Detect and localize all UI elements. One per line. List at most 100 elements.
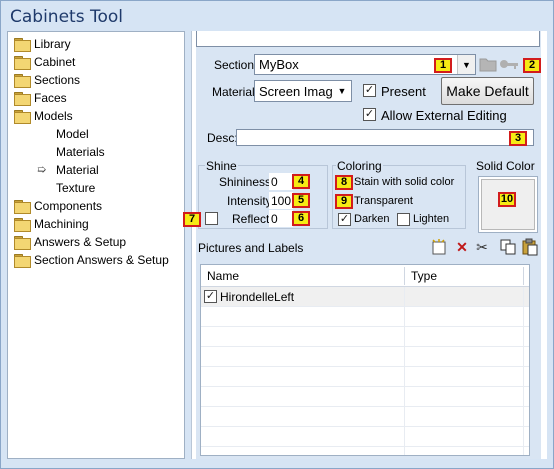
callout-badge-8: 8 [335,175,353,190]
tree-item-section-answers-setup[interactable]: Section Answers & Setup [14,251,169,269]
desc-label: Desc: [207,131,238,145]
row-checkbox[interactable]: ✓ [204,290,217,303]
column-separator[interactable] [404,267,405,285]
tree-item-sections[interactable]: Sections [14,71,80,89]
folder-icon [14,254,31,268]
tree-item-label: Models [34,109,73,123]
tree-item-cabinet[interactable]: Cabinet [14,53,75,71]
folder-icon [14,110,31,124]
tree-item-label: Model [56,127,89,141]
chevron-down-icon[interactable]: ▼ [333,81,351,101]
tree-item-label: Answers & Setup [34,235,127,249]
tree-item-machining[interactable]: Machining [14,215,89,233]
darken-label: Darken [354,213,390,225]
pictures-title: Pictures and Labels [198,241,304,255]
window-title: Cabinets Tool [10,7,123,27]
table-row [201,327,529,347]
table-row [201,367,529,387]
section-value: MyBox [259,57,299,72]
coloring-title: Coloring [336,159,383,173]
solid-color-title: Solid Color [475,159,536,173]
table-row [201,427,529,447]
folder-icon [14,236,31,250]
folder-icon [14,218,31,232]
callout-badge-3: 3 [509,131,527,146]
key-icon[interactable] [499,58,519,70]
folder-icon [14,74,31,88]
callout-badge-6: 6 [292,211,310,226]
shininess-input[interactable]: 0 [269,173,293,190]
table-row[interactable]: ✓ HirondelleLeft [201,287,529,307]
tree-item-models[interactable]: Models [14,107,73,125]
delete-icon[interactable]: ✕ [453,238,471,256]
material-value: Screen Imag [259,83,333,99]
material-label: Material [212,85,255,99]
grid-header: Name Type [201,265,529,287]
section-label: Section: [214,58,258,72]
tree-item-model[interactable]: Model [56,125,89,143]
tree-item-components[interactable]: Components [14,197,102,215]
column-gridline [404,287,405,455]
tree-item-label: Cabinet [34,55,76,69]
callout-badge-9: 9 [335,194,353,209]
cut-icon[interactable]: ✂ [473,238,491,256]
shine-title: Shine [205,159,238,173]
present-checkbox[interactable]: ✓ [363,84,376,97]
paste-icon[interactable] [521,238,539,256]
cabinets-tool-window: Cabinets Tool Library Cabinet Sections F… [0,0,554,469]
row-name: HirondelleLeft [220,290,295,304]
table-row [201,407,529,427]
tree-item-label: Material [56,163,99,177]
tree-item-texture[interactable]: Texture [56,179,95,197]
folder-icon [14,38,31,52]
copy-icon[interactable] [499,238,517,256]
folder-icon [14,92,31,106]
add-picture-icon[interactable] [430,238,448,256]
tree-item-label: Section Answers & Setup [34,253,169,267]
darken-checkbox[interactable]: ✓ [338,213,351,226]
present-label: Present [381,84,426,99]
table-row [201,347,529,367]
column-gridline [523,287,524,455]
column-separator[interactable] [523,267,524,285]
intensity-input[interactable]: 100 [269,192,293,209]
callout-badge-5: 5 [292,193,310,208]
callout-badge-4: 4 [292,174,310,189]
tree-item-label: Library [34,37,71,51]
tree-item-library[interactable]: Library [14,35,71,53]
table-row [201,307,529,327]
chevron-down-icon[interactable]: ▼ [457,55,475,74]
material-combo[interactable]: Screen Imag ▼ [254,80,352,102]
tree-item-material[interactable]: Material [56,161,99,179]
intensity-label: Intensity: [227,194,276,208]
pictures-grid[interactable]: Name Type ✓ HirondelleLeft [200,264,530,456]
make-default-button[interactable]: Make Default [441,77,534,105]
desc-input[interactable] [236,129,534,146]
tree-item-faces[interactable]: Faces [14,89,67,107]
folder-gray-icon[interactable] [479,56,497,72]
callout-badge-7: 7 [183,212,201,227]
reflect-input[interactable]: 0 [269,210,293,227]
callout-badge-10: 10 [498,192,516,207]
tree-item-label: Faces [34,91,67,105]
tree-item-label: Sections [34,73,81,87]
folder-icon [14,56,31,70]
table-row [201,387,529,407]
column-header-name[interactable]: Name [207,269,239,283]
tree-item-answers-setup[interactable]: Answers & Setup [14,233,126,251]
navigation-tree[interactable]: Library Cabinet Sections Faces Models Mo… [7,31,185,459]
stain-label[interactable]: Stain with solid color [354,176,454,188]
lighten-checkbox[interactable] [397,213,410,226]
tree-item-label: Machining [34,217,89,231]
arrow-right-icon: ➯ [37,164,47,176]
callout-badge-1: 1 [434,58,452,73]
allow-external-editing-checkbox[interactable]: ✓ [363,108,376,121]
tree-item-label: Components [34,199,103,213]
shininess-label: Shininess: [219,175,275,189]
reflect-checkbox[interactable] [205,212,218,225]
transparent-label[interactable]: Transparent [354,195,413,207]
top-input-field[interactable] [196,31,540,47]
reflect-label: Reflect: [232,212,273,226]
tree-item-materials[interactable]: Materials [56,143,105,161]
column-header-type[interactable]: Type [411,269,437,283]
